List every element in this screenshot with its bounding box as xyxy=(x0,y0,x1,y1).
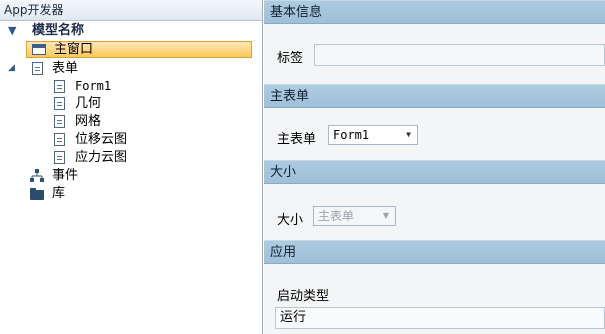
main-form-label: 主表单 xyxy=(277,132,317,147)
collapse-arrow-icon[interactable]: ◢ xyxy=(8,60,15,77)
tree-item-label: 表单 xyxy=(52,61,79,76)
section-header-application[interactable]: 应用 xyxy=(264,240,605,264)
section-main-form: 主表单 Form1 ▼ xyxy=(264,108,605,160)
tree-root-label: 模型名称 xyxy=(32,23,85,38)
tree-item-main-window[interactable]: 主窗口 xyxy=(26,41,246,58)
event-hierarchy-icon xyxy=(30,169,44,182)
tree-item-label: 主窗口 xyxy=(54,42,94,57)
panel-title: App开发器 xyxy=(0,0,262,21)
tree-item-library[interactable]: 库 xyxy=(0,185,240,202)
tree-item-displacement-plot[interactable]: 位移云图 xyxy=(0,131,240,148)
app-developer-window: App开发器 ▼ 模型名称 主窗口 ◢ 表单 Form1 几何 网格 位移云图 … xyxy=(0,0,605,334)
label-field-label: 标签 xyxy=(277,51,304,66)
size-label: 大小 xyxy=(277,213,304,228)
main-form-dropdown-value: Form1 xyxy=(333,128,370,142)
tree-item-label: 事件 xyxy=(52,168,79,183)
tree-item-label: 位移云图 xyxy=(75,132,128,147)
document-icon xyxy=(54,97,65,110)
section-size: 大小 主表单 ▼ xyxy=(264,184,605,240)
folder-icon xyxy=(30,188,44,200)
tree-item-stress-plot[interactable]: 应力云图 xyxy=(0,149,240,166)
tree-root-item[interactable]: ▼ 模型名称 xyxy=(4,22,244,39)
size-dropdown[interactable]: 主表单 ▼ xyxy=(313,206,396,226)
section-application: 启动类型 运行 xyxy=(264,264,605,334)
tree-item-events[interactable]: 事件 xyxy=(0,167,240,184)
startup-type-field[interactable]: 运行 xyxy=(275,307,605,329)
document-icon xyxy=(54,133,65,146)
section-header-main-form[interactable]: 主表单 xyxy=(264,84,605,108)
model-tree-panel: App开发器 ▼ 模型名称 主窗口 ◢ 表单 Form1 几何 网格 位移云图 … xyxy=(0,0,263,334)
tree-item-label: Form1 xyxy=(75,79,112,93)
document-icon xyxy=(54,115,65,128)
tree-item-label: 库 xyxy=(52,186,66,201)
tree-item-mesh[interactable]: 网格 xyxy=(0,113,240,130)
size-dropdown-value: 主表单 xyxy=(318,209,355,223)
section-basic-info: 标签 xyxy=(264,24,605,84)
document-icon xyxy=(32,62,43,75)
main-form-dropdown[interactable]: Form1 ▼ xyxy=(328,125,418,145)
tree-item-label: 应力云图 xyxy=(75,150,128,165)
startup-type-label: 启动类型 xyxy=(277,289,330,304)
expand-triangle-icon[interactable]: ▼ xyxy=(8,22,16,39)
label-input[interactable] xyxy=(314,44,605,66)
tree-item-geometry[interactable]: 几何 xyxy=(0,95,240,112)
tree-item-label: 几何 xyxy=(75,96,102,111)
dropdown-arrow-icon: ▼ xyxy=(382,211,389,220)
tree-item-label: 网格 xyxy=(75,114,102,129)
section-header-size[interactable]: 大小 xyxy=(264,160,605,184)
tree-item-forms[interactable]: ◢ 表单 xyxy=(0,60,240,77)
window-icon xyxy=(32,44,46,55)
document-icon xyxy=(54,151,65,164)
tree-item-form1[interactable]: Form1 xyxy=(0,78,240,95)
dropdown-arrow-icon: ▼ xyxy=(406,130,411,139)
properties-panel: 基本信息 标签 主表单 主表单 Form1 ▼ 大小 大小 主表单 ▼ 应用 启… xyxy=(264,0,605,334)
document-icon xyxy=(54,80,65,93)
section-header-basic-info[interactable]: 基本信息 xyxy=(264,0,605,24)
